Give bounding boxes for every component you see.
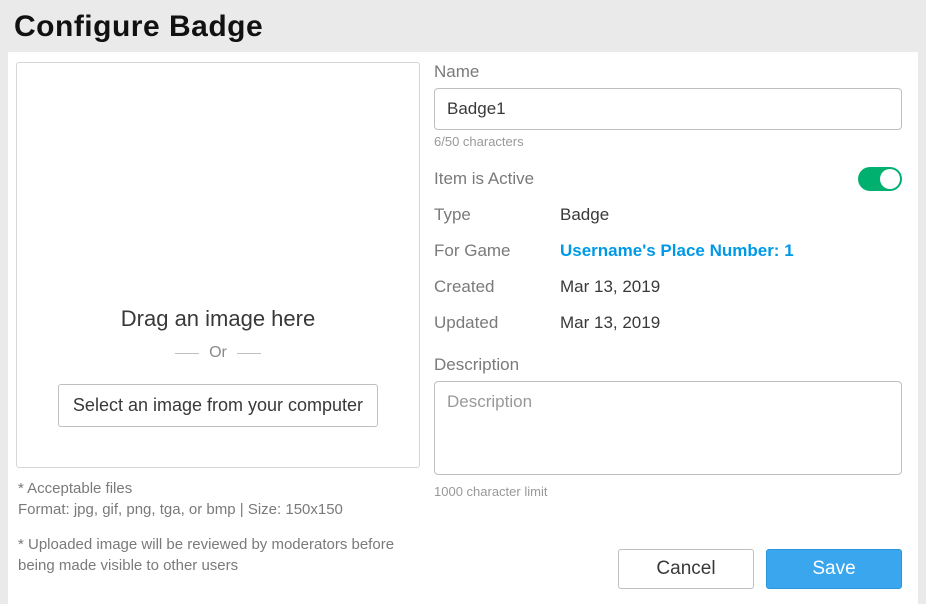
updated-label: Updated — [434, 313, 560, 333]
name-helper: 6/50 characters — [434, 134, 902, 149]
description-label: Description — [434, 355, 902, 375]
hint-body: Format: jpg, gif, png, tga, or bmp | Siz… — [18, 501, 343, 518]
updated-value: Mar 13, 2019 — [560, 313, 660, 333]
name-label: Name — [434, 62, 902, 82]
type-value: Badge — [560, 205, 609, 225]
acceptable-files-hint: * Acceptable files Format: jpg, gif, png… — [18, 478, 418, 520]
select-image-button[interactable]: Select an image from your computer — [58, 384, 378, 427]
active-label: Item is Active — [434, 169, 858, 189]
description-helper: 1000 character limit — [434, 484, 902, 499]
or-divider: Or — [175, 344, 261, 362]
configure-panel: Drag an image here Or Select an image fr… — [8, 52, 918, 604]
created-value: Mar 13, 2019 — [560, 277, 660, 297]
created-label: Created — [434, 277, 560, 297]
description-textarea[interactable] — [434, 381, 902, 475]
image-dropzone[interactable]: Drag an image here Or Select an image fr… — [16, 62, 420, 468]
game-label: For Game — [434, 241, 560, 261]
page-title: Configure Badge — [14, 10, 912, 44]
save-button[interactable]: Save — [766, 549, 902, 589]
moderation-hint: * Uploaded image will be reviewed by mod… — [18, 534, 418, 576]
game-link[interactable]: Username's Place Number: 1 — [560, 241, 794, 261]
hint-label: * Acceptable files — [18, 480, 132, 497]
name-input[interactable] — [434, 88, 902, 130]
drag-image-text: Drag an image here — [121, 306, 315, 332]
active-toggle[interactable] — [858, 167, 902, 191]
cancel-button[interactable]: Cancel — [618, 549, 754, 589]
type-label: Type — [434, 205, 560, 225]
or-text: Or — [209, 344, 227, 362]
toggle-knob — [880, 169, 900, 189]
